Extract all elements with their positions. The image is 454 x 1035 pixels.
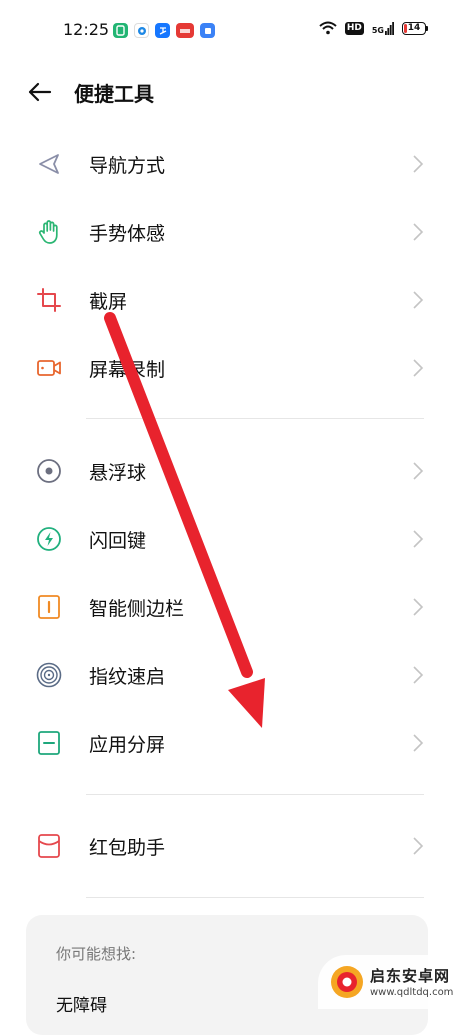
chevron-right-icon (413, 223, 424, 241)
watermark-title: 启东安卓网 (370, 967, 451, 985)
list-item-fingerprint[interactable]: 指纹速启 (0, 641, 454, 709)
list-item-label: 截屏 (89, 291, 128, 313)
app-notification-icon (176, 23, 194, 38)
fingerprint-icon (36, 662, 62, 688)
floating-ball-icon (37, 459, 61, 483)
list-item-label: 应用分屏 (89, 734, 166, 756)
list-item-screenshot[interactable]: 截屏 (0, 266, 454, 334)
hd-badge: HD (344, 21, 364, 35)
cell-signal-icon: 5G (372, 21, 394, 35)
page-title: 便捷工具 (74, 82, 154, 106)
chevron-right-icon (413, 530, 424, 548)
navigation-icon (39, 154, 59, 174)
notification-icons (113, 23, 215, 38)
battery-icon: 14 (402, 21, 426, 35)
list-item-screen-record[interactable]: 屏幕录制 (0, 334, 454, 402)
watermark-logo (331, 966, 363, 998)
page-header: 便捷工具 (0, 62, 454, 122)
sidebar-icon (38, 595, 60, 619)
app-notification-icon (155, 23, 170, 38)
list-item-navigation[interactable]: 导航方式 (0, 130, 454, 198)
watermark: 启东安卓网 www.qdltdq.com (318, 955, 454, 1009)
section-divider (86, 418, 424, 419)
hand-gesture-icon (38, 220, 58, 244)
flash-back-icon (37, 527, 61, 551)
list-item-label: 闪回键 (89, 530, 147, 552)
chevron-right-icon (413, 666, 424, 684)
chevron-right-icon (413, 155, 424, 173)
section-divider (86, 794, 424, 795)
list-item-floating-ball[interactable]: 悬浮球 (0, 437, 454, 505)
crop-icon (37, 288, 61, 312)
list-item-label: 手势体感 (89, 223, 166, 245)
battery-level: 14 (407, 23, 421, 33)
chevron-right-icon (413, 837, 424, 855)
app-notification-icon (134, 23, 149, 38)
status-bar: 12:25 HD 5G 14 (0, 0, 454, 62)
chevron-right-icon (413, 598, 424, 616)
list-item-label: 屏幕录制 (89, 359, 166, 381)
list-item-flash-back[interactable]: 闪回键 (0, 505, 454, 573)
split-screen-icon (38, 731, 60, 755)
red-envelope-icon (38, 834, 60, 858)
screen-record-icon (37, 360, 61, 376)
suggestion-title: 你可能想找: (56, 945, 137, 963)
list-item-label: 指纹速启 (89, 666, 166, 688)
app-notification-icon (200, 23, 215, 38)
list-item-split-screen[interactable]: 应用分屏 (0, 709, 454, 777)
back-arrow-icon (28, 82, 52, 102)
list-item-gesture[interactable]: 手势体感 (0, 198, 454, 266)
status-indicators: HD 5G 14 (319, 21, 428, 35)
back-button[interactable] (26, 78, 54, 106)
section-divider (86, 897, 424, 898)
list-item-label: 导航方式 (89, 155, 166, 177)
app-notification-icon (113, 23, 128, 38)
chevron-right-icon (413, 462, 424, 480)
chevron-right-icon (413, 734, 424, 752)
watermark-url: www.qdltdq.com (370, 987, 454, 998)
list-item-smart-sidebar[interactable]: 智能侧边栏 (0, 573, 454, 641)
chevron-right-icon (413, 359, 424, 377)
wifi-icon (319, 21, 337, 35)
list-item-label: 红包助手 (89, 837, 166, 859)
suggestion-item[interactable]: 无障碍 (56, 991, 107, 1016)
chevron-right-icon (413, 291, 424, 309)
list-item-label: 智能侧边栏 (89, 598, 185, 620)
list-item-red-envelope[interactable]: 红包助手 (0, 812, 454, 880)
list-item-label: 悬浮球 (89, 462, 147, 484)
status-time: 12:25 (63, 20, 110, 39)
